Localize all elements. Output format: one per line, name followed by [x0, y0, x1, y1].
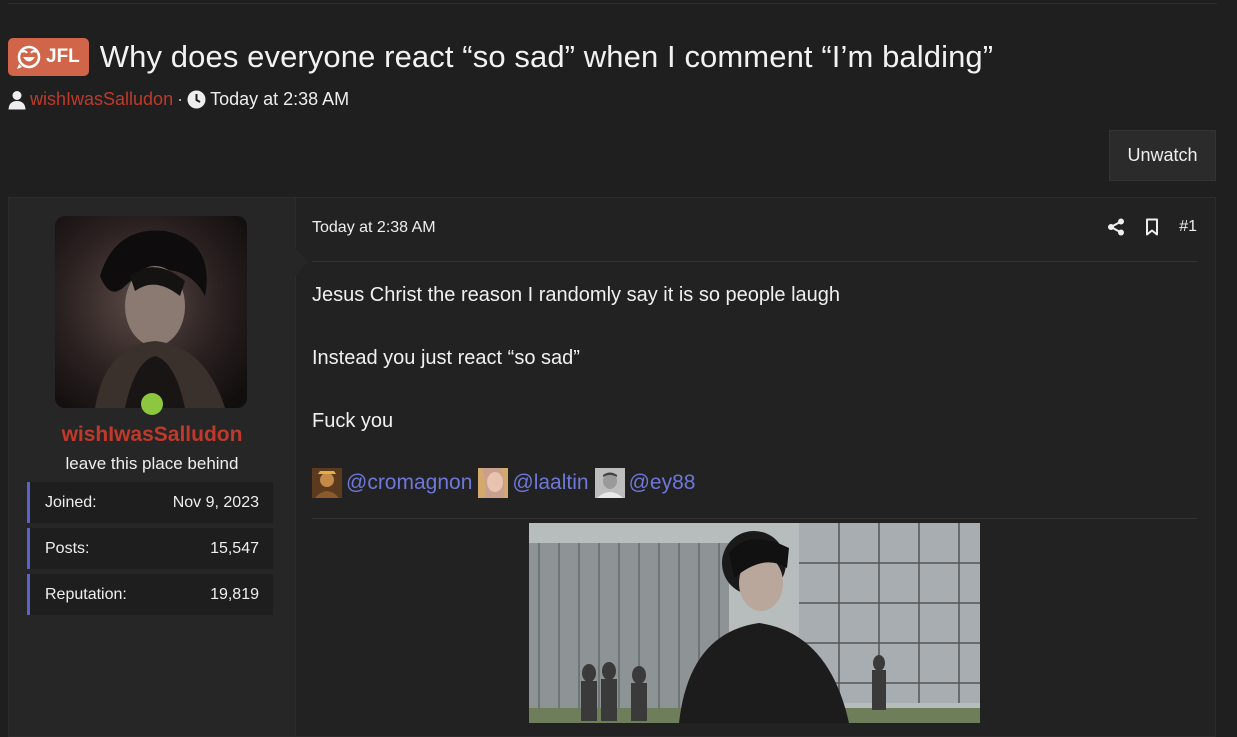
- thread-author-link[interactable]: wishIwasSalludon: [30, 89, 173, 110]
- stat-joined: Joined: Nov 9, 2023: [27, 482, 273, 523]
- thread-prefix-badge[interactable]: JFL: [8, 38, 89, 76]
- thread-title-row: JFL Why does everyone react “so sad” whe…: [8, 38, 993, 76]
- thread-prefix-label: JFL: [46, 46, 80, 67]
- stat-posts: Posts: 15,547: [27, 528, 273, 569]
- post-actions: #1: [1107, 218, 1197, 236]
- stat-reputation: Reputation: 19,819: [27, 574, 273, 615]
- laughing-face-icon: [17, 45, 41, 69]
- mention-laaltin[interactable]: @laaltin: [478, 468, 589, 498]
- top-divider: [8, 0, 1217, 4]
- post-body-line: Instead you just react “so sad”: [312, 347, 580, 369]
- post-header-divider: [312, 261, 1197, 262]
- stat-label: Reputation:: [45, 585, 127, 603]
- user-title: leave this place behind: [65, 454, 239, 473]
- post-date-link[interactable]: Today at 2:38 AM: [312, 219, 436, 237]
- post-username[interactable]: wishIwasSalludon: [9, 423, 295, 447]
- post-image[interactable]: [529, 523, 980, 723]
- post-article: wishIwasSalludon leave this place behind…: [8, 197, 1216, 737]
- mention-avatar: [312, 468, 342, 498]
- post-pointer-arrow: [295, 248, 308, 276]
- clock-icon: [187, 90, 206, 109]
- unwatch-button[interactable]: Unwatch: [1109, 130, 1216, 181]
- thread-date-link[interactable]: Today at 2:38 AM: [210, 89, 349, 110]
- mention-text: @ey88: [628, 471, 696, 494]
- share-icon[interactable]: [1107, 218, 1125, 236]
- mention-list: @cromagnon @laaltin @ey88: [312, 468, 701, 498]
- online-status-indicator: [141, 393, 163, 415]
- mention-avatar: [594, 468, 625, 498]
- post-user-column: wishIwasSalludon leave this place behind…: [9, 198, 296, 736]
- post-image-divider: [312, 518, 1197, 519]
- user-icon: [8, 90, 26, 109]
- mention-text: @laaltin: [512, 471, 589, 494]
- post-number-link[interactable]: #1: [1179, 218, 1197, 236]
- stat-value: Nov 9, 2023: [172, 493, 259, 511]
- mention-ey88[interactable]: @ey88: [594, 468, 696, 498]
- thread-meta: wishIwasSalludon · Today at 2:38 AM: [8, 89, 349, 110]
- mention-cromagnon[interactable]: @cromagnon: [312, 468, 472, 498]
- stat-label: Joined:: [45, 493, 97, 511]
- mention-text: @cromagnon: [346, 471, 473, 494]
- stat-value: 15,547: [210, 539, 259, 557]
- stat-value: 19,819: [210, 585, 259, 603]
- meta-separator: ·: [177, 89, 184, 109]
- stat-label: Posts:: [45, 539, 90, 557]
- user-avatar[interactable]: [55, 216, 247, 408]
- post-body-line: Fuck you: [312, 410, 394, 432]
- thread-title: Why does everyone react “so sad” when I …: [99, 39, 994, 74]
- bookmark-icon[interactable]: [1145, 218, 1159, 236]
- post-body-line: Jesus Christ the reason I randomly say i…: [312, 284, 841, 306]
- mention-avatar: [478, 468, 509, 498]
